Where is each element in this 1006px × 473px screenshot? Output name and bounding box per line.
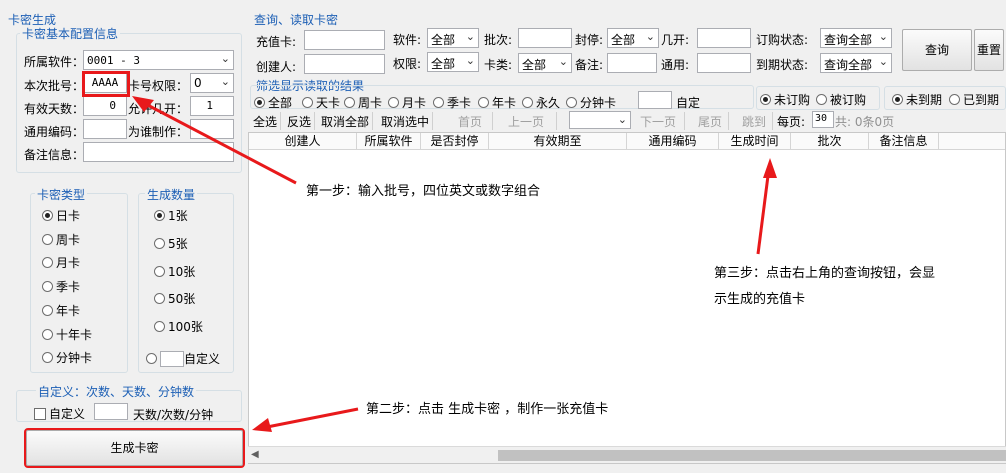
step1-annotation: 第一步：输入批号，四位英文或数字组合	[306, 184, 541, 199]
step3-annotation-line1: 第三步：点击右上角的查询按钮，会显	[714, 266, 936, 281]
step3-annotation-line2: 示生成的充值卡	[714, 292, 806, 307]
step2-annotation: 第二步：点击 生成卡密 ，制作一张充值卡	[366, 402, 609, 417]
